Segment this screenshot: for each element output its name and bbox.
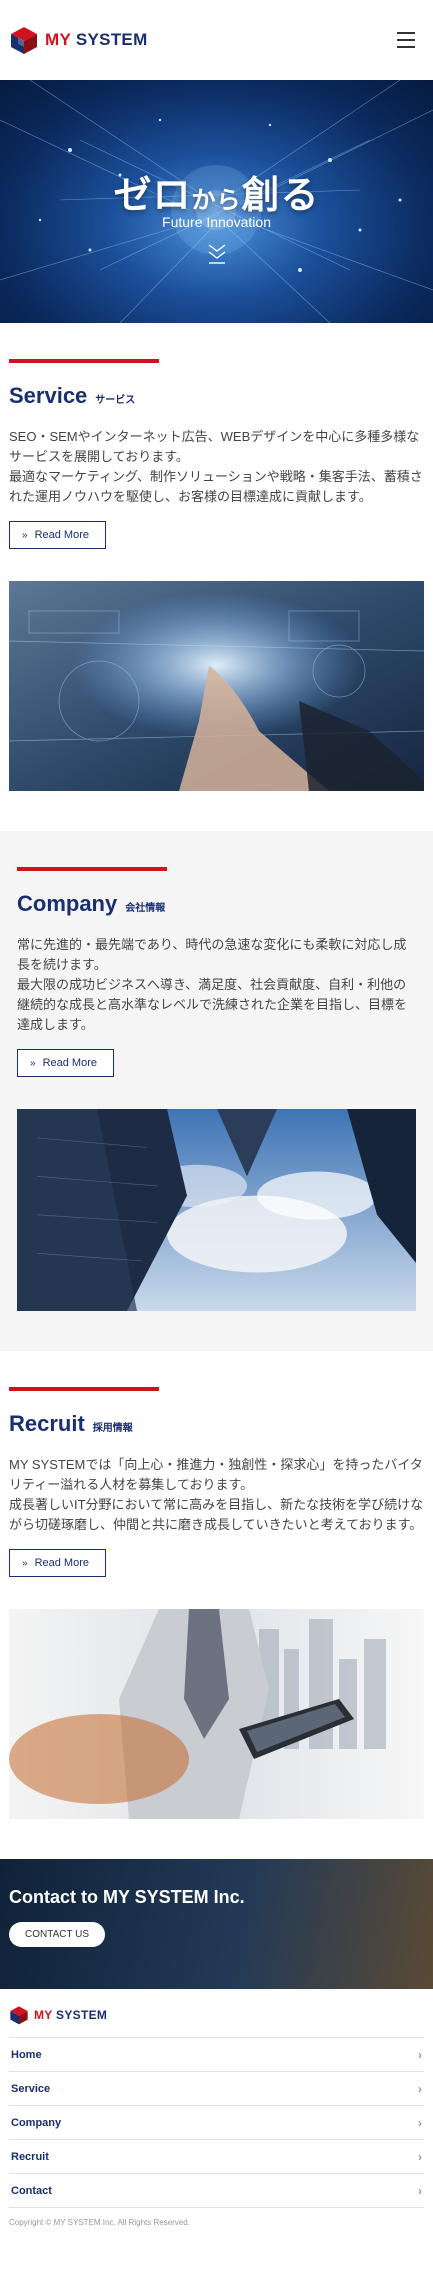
hero-title: ゼロから創る bbox=[113, 175, 320, 217]
footer-logo-text: MY SYSTEM bbox=[34, 2008, 108, 2022]
section-title-en: Service bbox=[9, 383, 88, 408]
scroll-down-chevron-icon[interactable] bbox=[206, 242, 228, 266]
section-accent-line bbox=[9, 1387, 159, 1391]
chevron-right-icon: › bbox=[418, 2047, 422, 2062]
site-logo[interactable]: MY SYSTEM bbox=[9, 25, 148, 55]
section-accent-line bbox=[17, 867, 167, 871]
company-section: Company 会社情報 常に先進的・最先端であり、時代の急速な変化にも柔軟に対… bbox=[0, 831, 433, 1351]
section-body: SEO・SEMやインターネット広告、WEBデザインを中心に多種多様なサービスを展… bbox=[9, 429, 423, 504]
footer-nav: Home › Service › Company › Recruit › Contact… bbox=[9, 2037, 424, 2208]
double-chevron-right-icon: » bbox=[22, 1557, 28, 1569]
section-body: 常に先進的・最先端であり、時代の急速な変化にも柔軟に対応し成長を続けます。 最大… bbox=[17, 937, 408, 1032]
section-title-en: Company bbox=[17, 891, 118, 916]
chevron-right-icon: › bbox=[418, 2115, 422, 2130]
section-title-en: Recruit bbox=[9, 1411, 85, 1436]
section-title-jp: サービス bbox=[95, 395, 136, 406]
contact-banner: Contact to MY SYSTEM Inc. CONTACT US bbox=[0, 1859, 433, 1989]
service-photo bbox=[9, 581, 424, 791]
section-title: Service サービス bbox=[9, 383, 424, 409]
menu-toggle-button[interactable] bbox=[389, 23, 423, 57]
double-chevron-right-icon: » bbox=[30, 1057, 36, 1069]
section-title: Recruit 採用情報 bbox=[9, 1411, 424, 1437]
footer-logo[interactable]: MY SYSTEM bbox=[9, 2005, 424, 2025]
footer-nav-service[interactable]: Service › bbox=[9, 2072, 424, 2106]
section-title-jp: 採用情報 bbox=[92, 1423, 133, 1434]
site-footer: MY SYSTEM Home › Service › Company › Recrui… bbox=[0, 1989, 433, 2237]
copyright: Copyright © MY SYSTEM Inc. All Rights Re… bbox=[9, 2218, 190, 2227]
section-title-jp: 会社情報 bbox=[125, 903, 166, 914]
recruit-section: Recruit 採用情報 MY SYSTEMでは「向上心・推進力・独創性・探求心… bbox=[0, 1351, 433, 1859]
logo-cube-icon bbox=[11, 27, 37, 54]
contact-us-button[interactable]: CONTACT US bbox=[9, 1922, 106, 1947]
logo-cube-icon bbox=[10, 2006, 28, 2025]
recruit-read-more-button[interactable]: » Read More bbox=[9, 1549, 106, 1577]
footer-nav-home[interactable]: Home › bbox=[9, 2038, 424, 2072]
company-read-more-button[interactable]: » Read More bbox=[17, 1049, 114, 1077]
chevron-right-icon: › bbox=[418, 2081, 422, 2096]
double-chevron-right-icon: » bbox=[22, 529, 28, 541]
recruit-photo bbox=[9, 1609, 424, 1819]
footer-nav-contact[interactable]: Contact › bbox=[9, 2174, 424, 2208]
site-header: MY SYSTEM bbox=[0, 0, 433, 80]
company-photo bbox=[17, 1109, 416, 1311]
footer-nav-company[interactable]: Company › bbox=[9, 2106, 424, 2140]
hamburger-icon-bar bbox=[397, 32, 415, 34]
chevron-right-icon: › bbox=[418, 2183, 422, 2198]
section-title: Company 会社情報 bbox=[17, 891, 416, 917]
hero-banner: ゼロから創る Future Innovation bbox=[0, 80, 433, 323]
contact-title: Contact to MY SYSTEM Inc. bbox=[9, 1887, 245, 1907]
section-accent-line bbox=[9, 359, 159, 363]
logo-text: MY SYSTEM bbox=[45, 30, 148, 49]
hero-subtitle: Future Innovation bbox=[162, 214, 271, 230]
hamburger-icon-bar bbox=[397, 46, 415, 48]
service-read-more-button[interactable]: » Read More bbox=[9, 521, 106, 549]
service-section: Service サービス SEO・SEMやインターネット広告、WEBデザインを中… bbox=[0, 323, 433, 831]
section-body: MY SYSTEMでは「向上心・推進力・独創性・探求心」を持ったバイタリティー溢… bbox=[9, 1457, 424, 1532]
hamburger-icon-bar bbox=[397, 39, 415, 41]
footer-nav-recruit[interactable]: Recruit › bbox=[9, 2140, 424, 2174]
chevron-right-icon: › bbox=[418, 2149, 422, 2164]
